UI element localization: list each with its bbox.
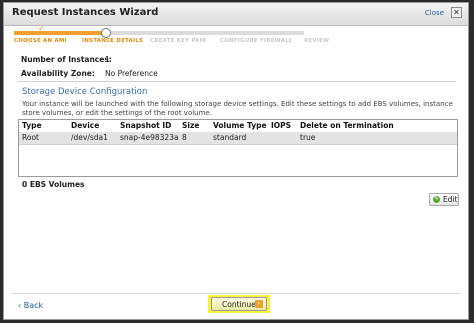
col-type: Type — [22, 121, 42, 130]
col-volume-type: Volume Type — [213, 121, 267, 130]
col-snapshot-id: Snapshot ID — [120, 121, 172, 130]
col-size: Size — [182, 121, 200, 130]
table-row[interactable]: Root /dev/sda1 snap-4e98323a 8 standard … — [19, 132, 457, 145]
col-delete-on-termination: Delete on Termination — [300, 121, 394, 130]
step-review: REVIEW — [304, 38, 330, 44]
continue-label: Continue — [222, 300, 256, 309]
cell-device: /dev/sda1 — [71, 133, 108, 142]
edit-label: Edit — [443, 195, 458, 204]
cell-volume-type: standard — [213, 133, 247, 142]
footer-divider — [12, 293, 460, 294]
cell-size: 8 — [182, 133, 187, 142]
section-divider — [18, 81, 456, 82]
cell-type: Root — [22, 133, 39, 142]
cell-snapshot-id: snap-4e98323a — [120, 133, 179, 142]
check-icon: ✓ — [38, 24, 45, 33]
ebs-volume-count: 0 EBS Volumes — [22, 180, 85, 189]
storage-table: Type Device Snapshot ID Size Volume Type… — [18, 119, 458, 177]
edit-button[interactable]: ✎ Edit — [429, 193, 459, 206]
cell-delete-on-termination: true — [300, 133, 316, 142]
wizard-progress: ✓ CHOOSE AN AMI INSTANCE DETAILS CREATE … — [10, 24, 330, 49]
zone-value: No Preference — [105, 69, 158, 78]
close-icon[interactable]: ✕ — [451, 7, 462, 18]
wizard-titlebar: Request Instances Wizard Close ✕ — [4, 3, 468, 26]
step-configure-firewall: CONFIGURE FIREWALL — [220, 38, 293, 44]
col-device: Device — [71, 121, 100, 130]
progress-knob — [101, 28, 111, 38]
step-create-key-pair: CREATE KEY PAIR — [150, 38, 207, 44]
instances-value: 1 — [105, 55, 110, 64]
step-choose-ami[interactable]: CHOOSE AN AMI — [14, 38, 67, 44]
arrow-right-icon: › — [255, 300, 263, 308]
storage-description: Your instance will be launched with the … — [22, 100, 453, 117]
zone-label: Availability Zone: — [21, 69, 95, 78]
storage-section-title: Storage Device Configuration — [22, 87, 148, 97]
request-instances-wizard: Request Instances Wizard Close ✕ ✓ CHOOS… — [3, 2, 469, 320]
step-instance-details: INSTANCE DETAILS — [82, 38, 144, 44]
wizard-title: Request Instances Wizard — [12, 7, 159, 18]
back-link[interactable]: ‹ Back — [18, 301, 43, 310]
edit-icon: ✎ — [433, 196, 440, 203]
continue-button[interactable]: Continue › — [211, 297, 267, 311]
close-link[interactable]: Close — [425, 9, 444, 17]
col-iops: IOPS — [271, 121, 292, 130]
back-label: Back — [23, 301, 44, 310]
instances-label: Number of Instances: — [21, 55, 112, 64]
progress-fill — [14, 31, 106, 35]
